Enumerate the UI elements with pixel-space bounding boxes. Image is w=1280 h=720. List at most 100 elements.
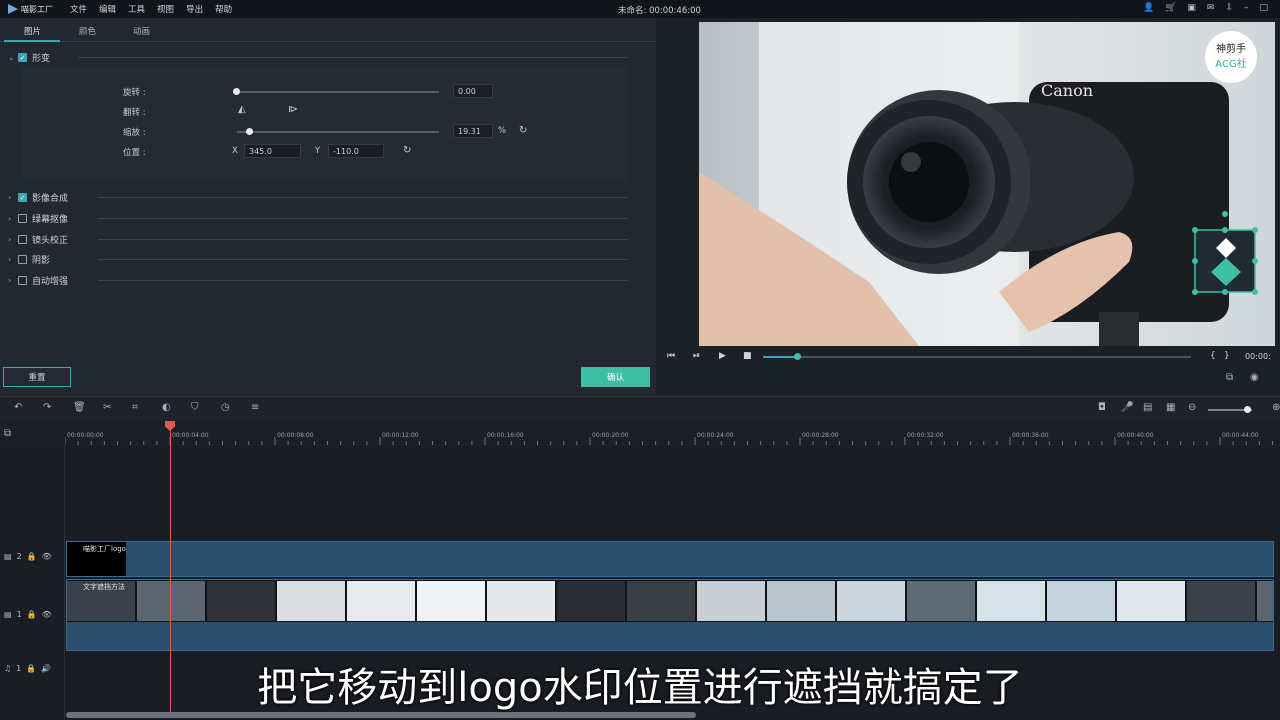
watermark-line1: 神剪手 [1216, 42, 1246, 55]
mic-icon[interactable]: 🎤 [1121, 402, 1133, 413]
mark-in-icon[interactable]: { [1210, 351, 1216, 361]
menu-tools[interactable]: 工具 [128, 3, 145, 15]
step-play-icon[interactable]: ⏯ [693, 351, 700, 361]
adjust-icon[interactable]: ≡ [251, 402, 259, 413]
section-auto-enhance[interactable]: › 自动增强 [8, 274, 68, 287]
add-track-icon[interactable]: ⧉ [4, 428, 11, 439]
speed-icon[interactable]: ◷ [221, 402, 230, 413]
tab-color[interactable]: 颜色 [79, 25, 96, 37]
flip-horizontal-icon[interactable]: ◭ [238, 104, 246, 115]
menu-view[interactable]: 视图 [157, 3, 174, 15]
logo-clip-name: 喵影工厂logo [83, 545, 126, 553]
rotate-slider-knob[interactable] [233, 88, 240, 95]
user-icon[interactable]: 👤 [1143, 3, 1154, 13]
ruler-tick-label: 00:00:04:00 [172, 432, 209, 439]
subtitle-icon[interactable]: ▤ [1143, 402, 1152, 413]
crop-icon[interactable]: ⌗ [132, 402, 138, 413]
auto-enhance-checkbox[interactable] [18, 276, 27, 285]
reset-position-icon[interactable]: ↻ [403, 145, 411, 156]
mark-out-icon[interactable]: } [1224, 351, 1230, 361]
display-settings-icon[interactable]: ⧉ [1226, 372, 1233, 383]
prev-frame-icon[interactable]: ⏮ [667, 351, 675, 361]
transform-checkbox[interactable]: ✓ [18, 53, 27, 62]
rotate-slider[interactable] [237, 91, 439, 93]
zoom-slider-knob[interactable] [1244, 406, 1251, 413]
color-icon[interactable]: ◐ [162, 402, 171, 413]
divider [78, 57, 628, 58]
ruler-tick-label: 00:00:08:00 [277, 432, 314, 439]
rotate-label: 旋转 : [123, 88, 146, 98]
cut-icon[interactable]: ✂ [103, 402, 111, 413]
section-shadow[interactable]: › 阴影 [8, 253, 50, 266]
position-y-input[interactable]: -110.0 [328, 144, 384, 158]
playback-progress-track[interactable] [763, 356, 1191, 358]
delete-icon[interactable]: 🗑 [73, 402, 86, 413]
green-screen-icon[interactable]: ⛉ [191, 402, 199, 413]
rotate-input[interactable]: 0.00 [453, 84, 493, 98]
save-icon[interactable]: ▣ [1187, 3, 1196, 13]
detach-icon[interactable]: ▦ [1166, 402, 1175, 413]
scale-slider[interactable] [237, 131, 439, 133]
track-header-video2: ▤ 2 🔒 👁 [0, 552, 64, 561]
video-track-icon: ▤ [4, 610, 12, 619]
timeline-ruler[interactable]: ⧉ 00:00:00:00 00:00:04:00 00:00:08:00 00:00… [0, 422, 1280, 446]
flip-vertical-icon[interactable]: ⧐ [288, 104, 298, 115]
chevron-right-icon[interactable]: › [8, 255, 18, 264]
zoom-in-icon[interactable]: ⊕ [1272, 402, 1280, 413]
menu-file[interactable]: 文件 [70, 3, 87, 15]
redo-icon[interactable]: ↷ [43, 402, 51, 413]
minimize-icon[interactable]: – [1244, 3, 1249, 13]
scale-input[interactable]: 19.31 [453, 124, 493, 138]
ruler-tick-label: 00:00:00:00 [67, 432, 104, 439]
section-label: 阴影 [32, 256, 51, 266]
section-transform[interactable]: ⌄ ✓ 形变 [8, 51, 50, 64]
lens-correction-checkbox[interactable] [18, 235, 27, 244]
flip-label: 翻转 : [123, 108, 146, 118]
section-label: 自动增强 [32, 277, 69, 287]
position-x-input[interactable]: 345.0 [244, 144, 301, 158]
timeline-toolbar: ↶ ↷ 🗑 ✂ ⌗ ◐ ⛉ ◷ ≡ ◘ 🎤 ▤ ▦ ⊖ ⊕ [0, 396, 1280, 420]
lock-icon[interactable]: 🔒 [27, 610, 37, 619]
ok-button[interactable]: 确认 [581, 367, 650, 387]
video-clip[interactable]: 文字遮挡方法 [66, 579, 1274, 651]
section-lens-correction[interactable]: › 镜头校正 [8, 233, 68, 246]
video-preview[interactable]: Canon 神剪手 ACG社 [699, 22, 1275, 346]
filmstrip-thumbnail [207, 581, 275, 621]
reset-button[interactable]: 重置 [3, 367, 71, 387]
track-header-video1: ▤ 1 🔒 👁 [0, 610, 64, 619]
filmstrip-thumbnail [907, 581, 975, 621]
compositing-checkbox[interactable]: ✓ [18, 193, 27, 202]
chevron-right-icon[interactable]: › [8, 235, 18, 244]
chevron-right-icon[interactable]: › [8, 214, 18, 223]
reset-scale-icon[interactable]: ↻ [519, 125, 527, 136]
eye-icon[interactable]: 👁 [42, 610, 52, 619]
shadow-checkbox[interactable] [18, 255, 27, 264]
mail-icon[interactable]: ✉ [1207, 3, 1215, 13]
menu-export[interactable]: 导出 [186, 3, 203, 15]
menu-edit[interactable]: 编辑 [99, 3, 116, 15]
menu-help[interactable]: 帮助 [215, 3, 232, 15]
eye-icon[interactable]: 👁 [42, 552, 52, 561]
cart-icon[interactable]: 🛒 [1165, 3, 1176, 13]
tab-animation[interactable]: 动画 [133, 25, 150, 37]
tab-image[interactable]: 图片 [24, 25, 41, 37]
marker-icon[interactable]: ◘ [1098, 402, 1106, 413]
section-compositing[interactable]: › ✓ 影像合成 [8, 191, 68, 204]
ruler-tick-label: 00:00:16:00 [487, 432, 524, 439]
chevron-right-icon[interactable]: › [8, 276, 18, 285]
play-icon[interactable]: ▶ [719, 351, 726, 361]
maximize-icon[interactable]: □ [1259, 3, 1268, 13]
stop-icon[interactable]: ■ [743, 351, 752, 361]
zoom-out-icon[interactable]: ⊖ [1188, 402, 1196, 413]
undo-icon[interactable]: ↶ [14, 402, 22, 413]
playback-progress-knob[interactable] [794, 353, 802, 360]
lock-icon[interactable]: 🔒 [27, 552, 37, 561]
scale-slider-knob[interactable] [246, 128, 254, 135]
download-icon[interactable]: ⇩ [1225, 3, 1233, 13]
chroma-key-checkbox[interactable] [18, 214, 27, 223]
chevron-right-icon[interactable]: › [8, 193, 18, 202]
chevron-down-icon[interactable]: ⌄ [8, 53, 18, 62]
logo-clip[interactable]: 喵影工厂logo [66, 541, 1274, 577]
section-chroma-key[interactable]: › 绿幕抠像 [8, 212, 68, 225]
snapshot-icon[interactable]: ◉ [1250, 372, 1259, 383]
